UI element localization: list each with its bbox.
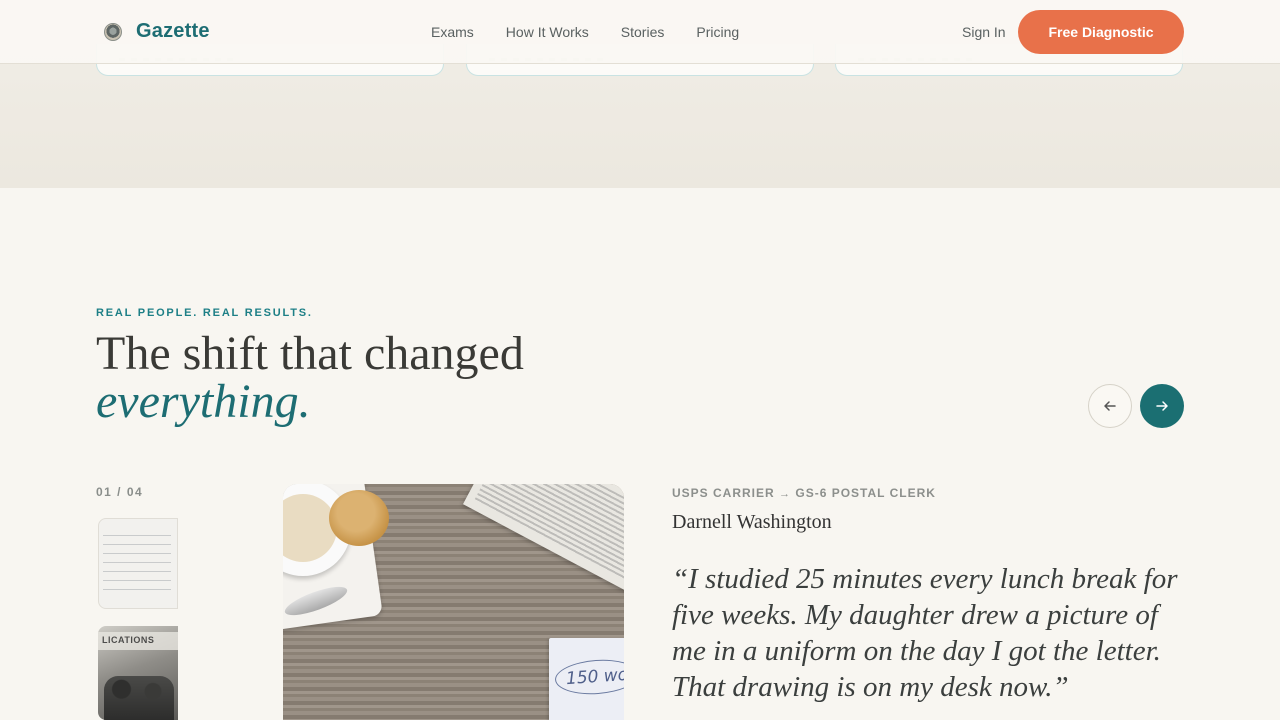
free-diagnostic-button[interactable]: Free Diagnostic — [1018, 10, 1184, 54]
handwritten-notes-image — [103, 527, 171, 598]
arrow-left-icon — [1104, 401, 1116, 411]
story-quote: “I studied 25 minutes every lunch break … — [672, 563, 1178, 703]
story-photo: 150 wo — [283, 484, 624, 720]
carousel-next-button[interactable] — [1140, 384, 1184, 428]
brand-logo[interactable]: Gazette — [104, 20, 210, 43]
nav-how-it-works[interactable]: How It Works — [506, 24, 589, 40]
headline-text: The shift that changed — [96, 327, 524, 380]
carousel-prev-button[interactable] — [1088, 384, 1132, 428]
section-eyebrow: REAL PEOPLE. REAL RESULTS. — [96, 307, 313, 319]
thumbnail-sign-text: LICATIONS — [102, 635, 155, 645]
nav-pricing[interactable]: Pricing — [696, 24, 739, 40]
section-headline: The shift that changed everything. — [96, 330, 524, 426]
main-nav: Exams How It Works Stories Pricing — [431, 24, 739, 40]
role-to: GS-6 POSTAL CLERK — [795, 486, 936, 500]
seal-icon — [104, 22, 122, 41]
nav-exams[interactable]: Exams — [431, 24, 474, 40]
story-person-name: Darnell Washington — [672, 511, 832, 533]
story-thumbnail[interactable] — [98, 518, 178, 609]
brand-name: Gazette — [136, 20, 210, 42]
crowd-photo-image — [104, 676, 174, 720]
story-thumbnail[interactable]: LICATIONS — [98, 626, 178, 720]
slide-counter: 01 / 04 — [96, 485, 144, 499]
sign-in-link[interactable]: Sign In — [962, 24, 1006, 40]
arrow-right-icon — [1156, 401, 1168, 411]
nav-stories[interactable]: Stories — [621, 24, 665, 40]
role-from: USPS CARRIER — [672, 486, 775, 500]
story-role: USPS CARRIER → GS-6 POSTAL CLERK — [672, 486, 936, 500]
headline-accent: everything. — [96, 375, 311, 428]
site-header: Gazette Exams How It Works Stories Prici… — [0, 0, 1280, 64]
role-arrow: → — [779, 488, 792, 500]
